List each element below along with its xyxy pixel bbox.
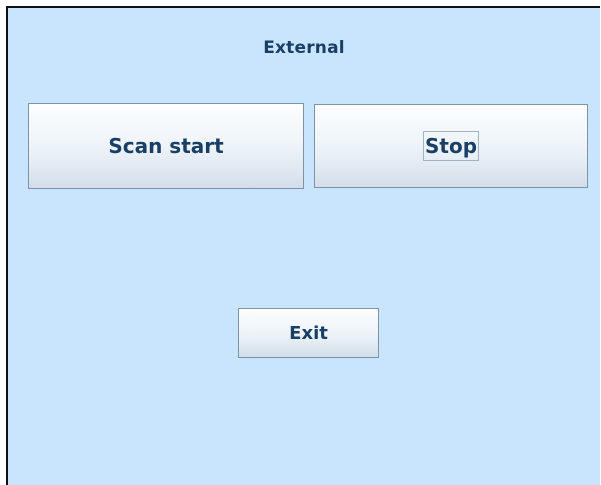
exit-button[interactable]: Exit bbox=[238, 308, 379, 358]
scan-start-label: Scan start bbox=[108, 134, 224, 158]
stop-button[interactable]: Stop bbox=[314, 104, 588, 188]
stop-label: Stop bbox=[422, 131, 480, 161]
exit-label: Exit bbox=[289, 322, 328, 344]
dialog-title: External bbox=[263, 38, 345, 58]
scan-start-button[interactable]: Scan start bbox=[28, 103, 304, 189]
external-dialog: External Scan start Stop Exit bbox=[6, 6, 600, 485]
